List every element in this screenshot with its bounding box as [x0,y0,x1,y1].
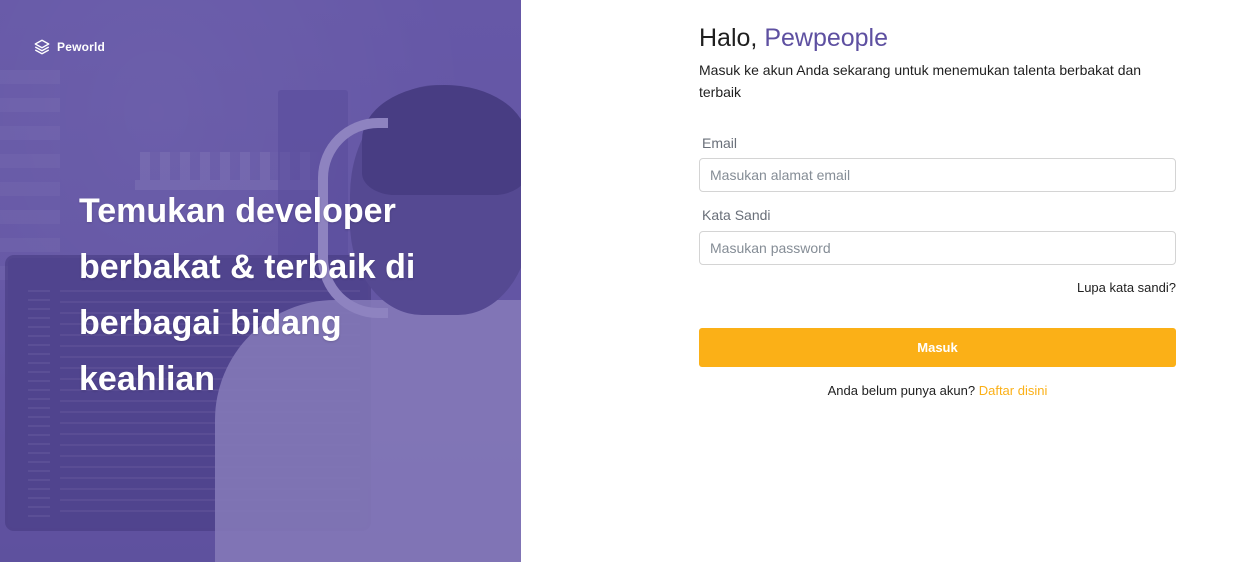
register-prompt: Anda belum punya akun? Daftar disini [699,383,1176,398]
email-input[interactable] [699,158,1176,192]
hero-panel: Peworld Temukan developer berbakat & ter… [0,0,521,562]
password-label: Kata Sandi [702,207,771,223]
hero-headline: Temukan developer berbakat & terbaik di … [79,183,479,407]
password-input[interactable] [699,231,1176,265]
login-button[interactable]: Masuk [699,328,1176,367]
greeting-prefix: Halo, [699,24,765,52]
register-prompt-text: Anda belum punya akun? [827,383,976,398]
forgot-password-link[interactable]: Lupa kata sandi? [1077,280,1176,295]
headline-line: keahlian [79,360,216,398]
headline-line: Temukan developer [79,192,396,230]
brand-name: Peworld [57,40,106,54]
email-label: Email [702,135,738,151]
greeting-name: Pewpeople [764,24,889,52]
register-link[interactable]: Daftar disini [979,383,1048,398]
login-subtitle: Masuk ke akun Anda sekarang untuk menemu… [699,62,1142,100]
greeting: Halo, Pewpeople [699,24,888,53]
headline-line: berbagai bidang [79,304,342,342]
brand-logo[interactable]: Peworld [33,38,105,56]
headline-line: berbakat & terbaik di [79,248,416,286]
layers-icon [33,38,51,56]
